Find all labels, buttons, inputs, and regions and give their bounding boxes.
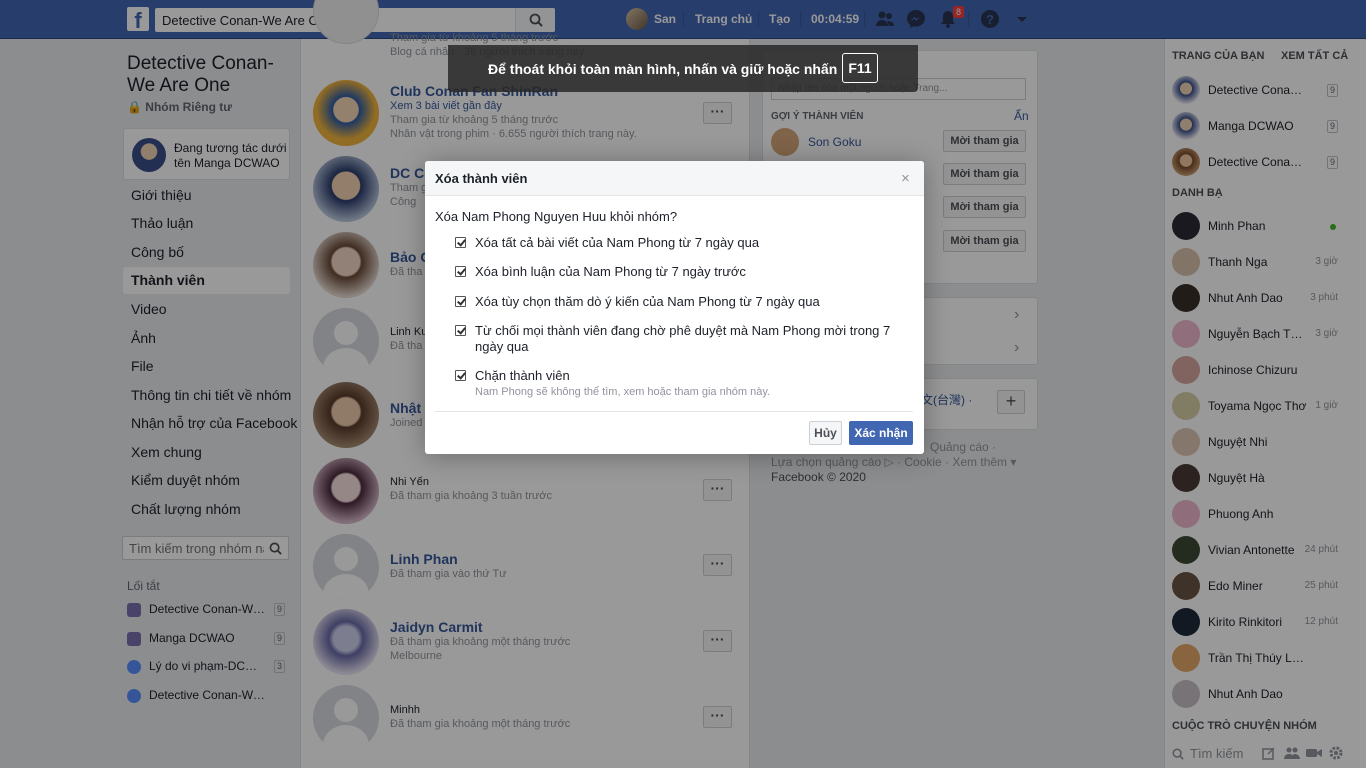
checkbox-icon[interactable] — [455, 325, 466, 336]
close-icon[interactable]: × — [901, 170, 910, 187]
option-label: Xóa tùy chọn thăm dò ý kiến của Nam Phon… — [475, 294, 820, 309]
option-description: Nam Phong sẽ không thể tìm, xem hoặc tha… — [475, 386, 771, 398]
checkbox-icon[interactable] — [455, 266, 466, 277]
option-label: Xóa bình luận của Nam Phong từ 7 ngày tr… — [475, 264, 746, 279]
dialog-question: Xóa Nam Phong Nguyen Huu khỏi nhóm? — [435, 209, 678, 224]
checkbox-icon[interactable] — [455, 237, 466, 248]
divider — [435, 411, 913, 412]
cancel-button[interactable]: Hủy — [809, 421, 842, 445]
dialog-title: Xóa thành viên — [435, 171, 528, 186]
fullscreen-notice-text: Để thoát khỏi toàn màn hình, nhấn và giữ… — [488, 61, 838, 77]
checkbox-icon[interactable] — [455, 296, 466, 307]
option-label: Xóa tất cả bài viết của Nam Phong từ 7 n… — [475, 235, 760, 250]
dialog-header: Xóa thành viên × — [425, 161, 924, 196]
option-label: Chặn thành viên — [475, 368, 570, 383]
fullscreen-key: F11 — [842, 53, 878, 83]
confirm-button[interactable]: Xác nhận — [849, 421, 913, 445]
checkbox-icon[interactable] — [455, 370, 466, 381]
fullscreen-notice: Để thoát khỏi toàn màn hình, nhấn và giữ… — [448, 45, 918, 92]
option-label: Từ chối mọi thành viên đang chờ phê duyệ… — [475, 323, 891, 354]
remove-member-dialog: Xóa thành viên × Xóa Nam Phong Nguyen Hu… — [425, 161, 924, 454]
